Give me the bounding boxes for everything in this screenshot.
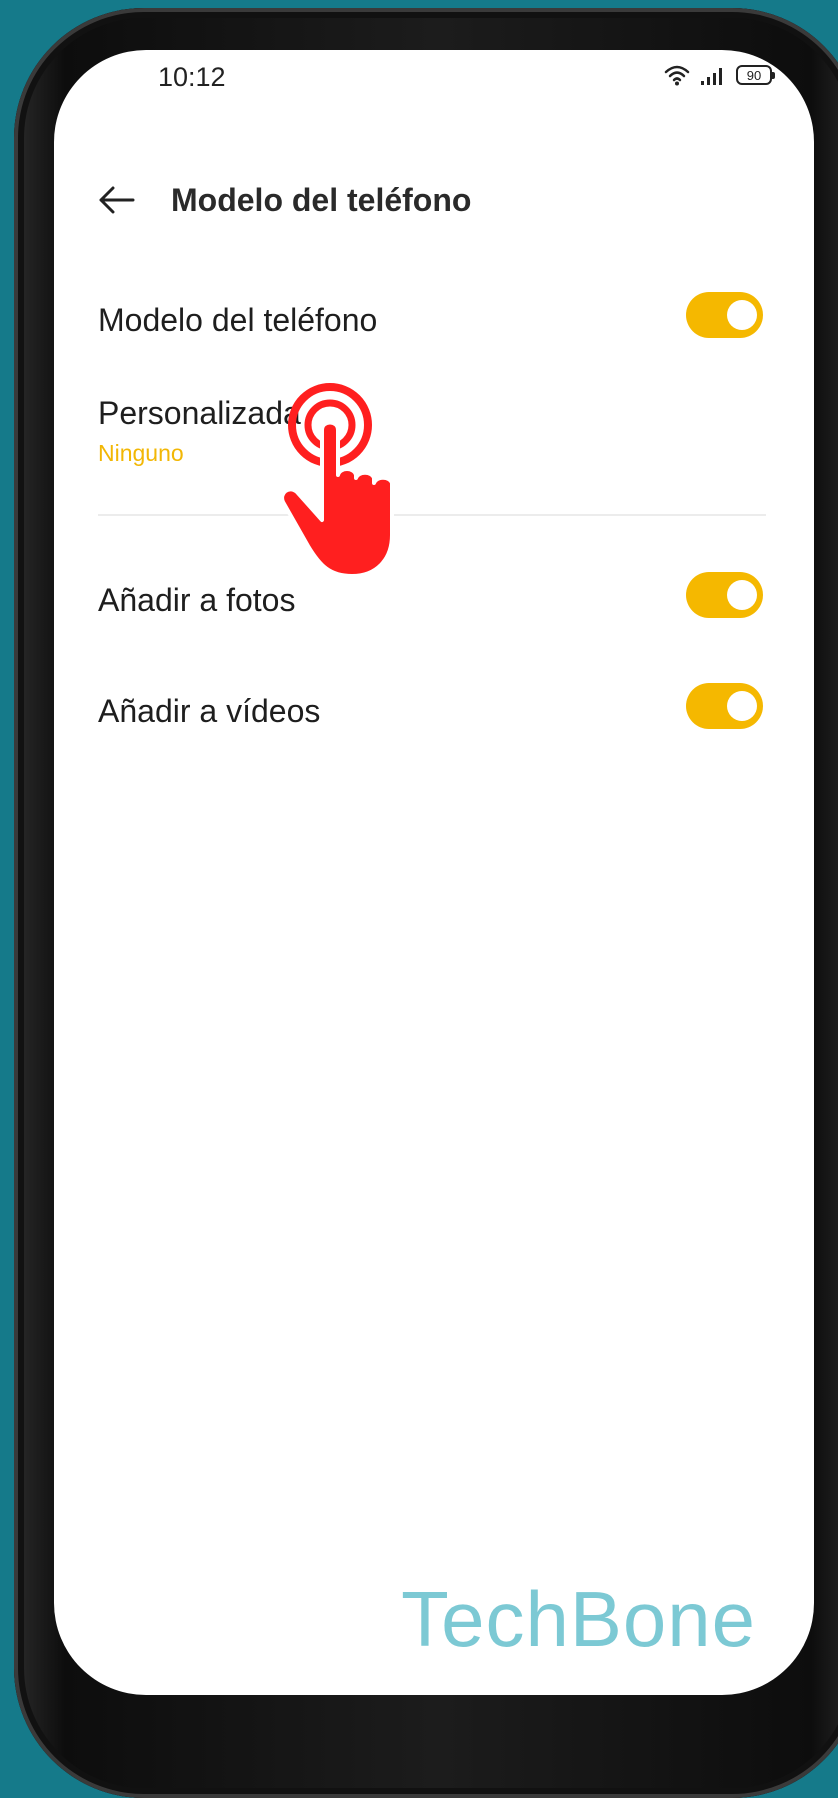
- setting-label: Añadir a vídeos: [98, 693, 321, 729]
- tap-hand-icon: [280, 383, 394, 578]
- page-title: Modelo del teléfono: [171, 182, 472, 218]
- back-button[interactable]: [94, 178, 138, 222]
- toggle-knob: [727, 580, 757, 610]
- arrow-left-icon: [99, 186, 135, 214]
- setting-label: Modelo del teléfono: [98, 302, 378, 338]
- setting-row-phone-model[interactable]: Modelo del teléfono: [98, 292, 766, 378]
- status-icons: 90: [664, 64, 775, 86]
- setting-row-custom[interactable]: Personalizada Ninguno: [98, 395, 766, 485]
- toggle-knob: [727, 691, 757, 721]
- toggle-knob: [727, 300, 757, 330]
- add-to-videos-toggle[interactable]: [686, 683, 763, 729]
- divider: [98, 514, 766, 516]
- status-bar: 10:12 90: [54, 50, 814, 120]
- phone-screen: 10:12 90 Modelo del teléfono Modelo del …: [54, 50, 814, 1695]
- wifi-icon: [664, 65, 690, 86]
- status-time: 10:12: [158, 62, 226, 92]
- app-bar: Modelo del teléfono: [54, 160, 814, 240]
- setting-label: Personalizada: [98, 395, 301, 431]
- battery-icon: 90: [736, 65, 775, 85]
- signal-icon: [701, 68, 722, 85]
- setting-row-add-to-videos[interactable]: Añadir a vídeos: [98, 683, 766, 769]
- add-to-photos-toggle[interactable]: [686, 572, 763, 618]
- setting-row-add-to-photos[interactable]: Añadir a fotos: [98, 572, 766, 658]
- setting-label: Añadir a fotos: [98, 582, 296, 618]
- battery-level: 90: [746, 67, 762, 83]
- phone-model-toggle[interactable]: [686, 292, 763, 338]
- watermark: TechBone: [401, 1575, 756, 1663]
- setting-subtitle: Ninguno: [98, 440, 184, 466]
